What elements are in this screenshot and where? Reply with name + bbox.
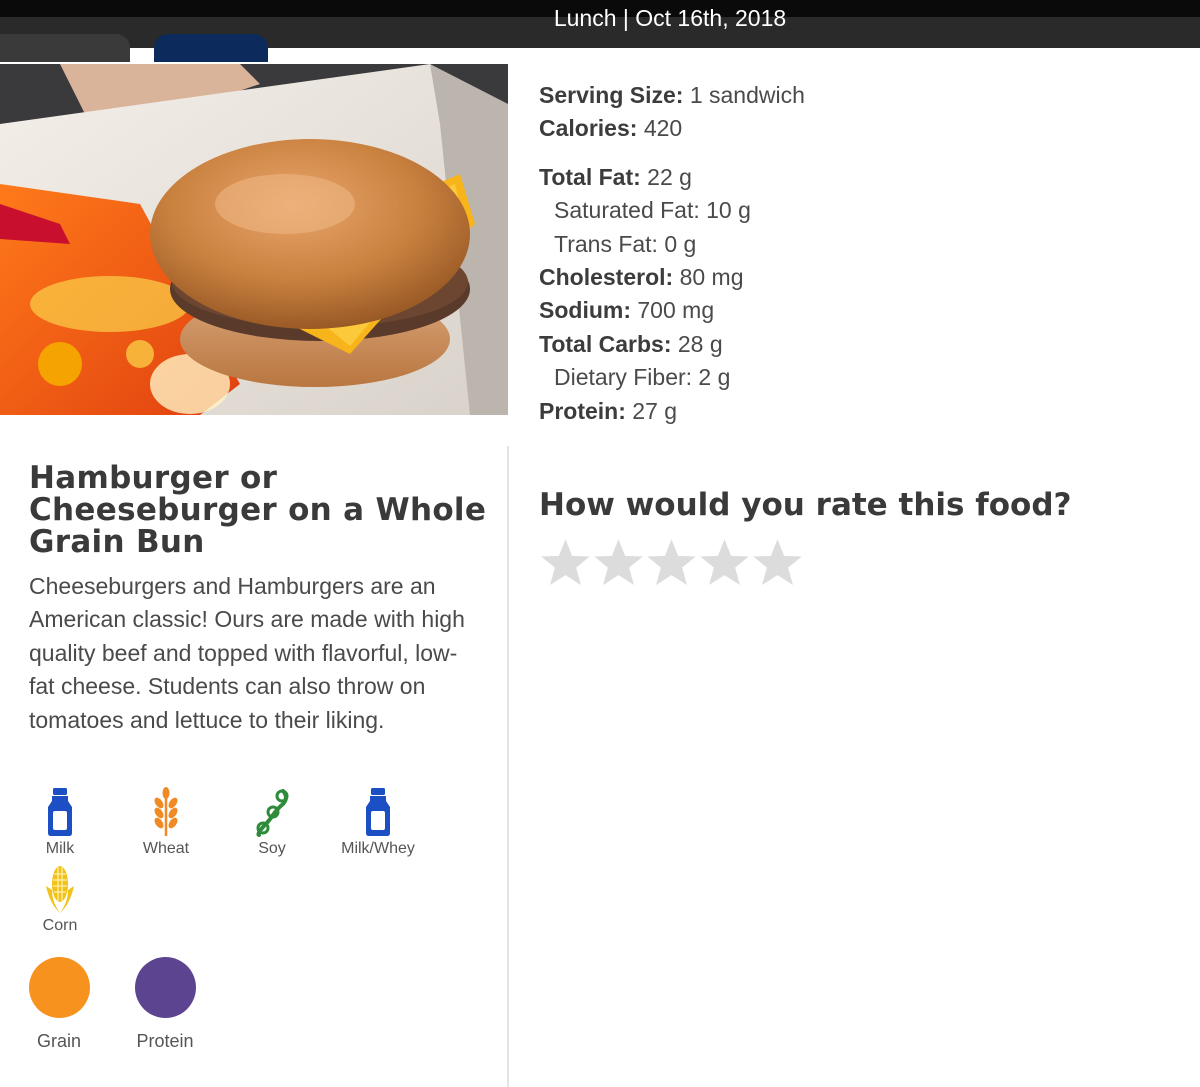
nutrition-value: 22 g [640, 163, 692, 190]
nutrition-label: Serving Size: [539, 82, 684, 108]
food-description: Cheeseburgers and Hamburgers are an Amer… [29, 573, 465, 733]
nutrition-dietary-fiber: Dietary Fiber: 2 g [539, 361, 1139, 394]
food-group-label: Protein [136, 1031, 194, 1051]
rating-question: How would you rate this food? [539, 487, 1072, 523]
nutrition-label: Sodium: [539, 297, 631, 324]
allergen-wheat: Wheat [126, 787, 206, 859]
nutrition-value: 27 g [625, 397, 678, 424]
allergen-label: Corn [42, 917, 78, 934]
allergen-milk-whey: Milk/Whey [338, 787, 418, 859]
grain-circle-icon [28, 957, 90, 1018]
nutrition-saturated-fat: Saturated Fat: 10 g [539, 194, 1139, 227]
nutrition-value: 10 g [699, 197, 751, 224]
nutrition-value: 28 g [671, 330, 723, 357]
nutrition-value: 420 [637, 115, 683, 142]
nutrition-facts: Serving Size: 1 sandwich Calories: 420 T… [539, 79, 1139, 428]
star-3-icon[interactable] [645, 536, 698, 589]
food-name: Hamburger or Cheeseburger on a Whole Gra… [29, 460, 487, 560]
nutrition-value: 2 g [692, 364, 731, 391]
nutrition-calories: Calories: 420 [539, 112, 1139, 145]
meal-date-title: Lunch | Oct 16th, 2018 [553, 5, 787, 31]
header-bar: Lunch | Oct 16th, 2018 [0, 0, 1200, 62]
allergen-label: Milk/Whey [341, 840, 415, 857]
allergen-corn: Corn [20, 864, 100, 936]
wheat-icon [154, 787, 178, 836]
nutrition-cholesterol: Cholesterol: 80 mg [539, 261, 1139, 294]
allergen-soy: Soy [232, 787, 312, 859]
header-tab-ghost [0, 34, 130, 62]
star-4-icon[interactable] [698, 536, 751, 589]
nutrition-label: Calories: [539, 115, 638, 142]
star-rating [539, 536, 804, 590]
star-5-icon[interactable] [751, 536, 804, 589]
milk-bottle-icon [366, 788, 390, 836]
column-divider [507, 446, 509, 1087]
corn-icon [46, 866, 74, 913]
food-group-grain: Grain [19, 957, 99, 1052]
allergen-milk: Milk [20, 787, 100, 859]
food-group-label: Grain [36, 1031, 81, 1051]
nutrition-total-fat: Total Fat: 22 g [539, 161, 1139, 194]
nutrition-serving-size: Serving Size: 1 sandwich [539, 79, 1139, 112]
nutrition-value: 80 mg [673, 264, 744, 291]
nutrition-label: Total Fat: [539, 163, 641, 190]
nutrition-label: Saturated Fat: [554, 197, 700, 224]
page: Lunch | Oct 16th, 2018 Serving Size: 1 s… [0, 0, 1200, 1087]
star-1-icon[interactable] [539, 536, 592, 589]
nutrition-value: 700 mg [631, 297, 715, 324]
soybean-icon [256, 789, 289, 837]
milk-bottle-icon [48, 788, 72, 836]
nutrition-label: Total Carbs: [539, 330, 672, 357]
nutrition-total-carbs: Total Carbs: 28 g [539, 328, 1139, 361]
nutrition-label: Protein: [539, 397, 626, 424]
nutrition-sodium: Sodium: 700 mg [539, 294, 1139, 327]
star-2-icon[interactable] [592, 536, 645, 589]
protein-circle-icon [134, 957, 196, 1018]
nutrition-label: Dietary Fiber: [554, 364, 693, 391]
header-tab-ghost [154, 34, 268, 62]
allergen-label: Soy [258, 840, 286, 857]
nutrition-value: 1 sandwich [683, 82, 805, 108]
nutrition-label: Trans Fat: [554, 230, 658, 257]
food-photo [0, 64, 508, 415]
food-group-protein: Protein [125, 957, 205, 1052]
nutrition-value: 0 g [657, 230, 697, 257]
nutrition-trans-fat: Trans Fat: 0 g [539, 228, 1139, 261]
allergen-label: Milk [45, 840, 75, 857]
nutrition-protein: Protein: 27 g [539, 395, 1139, 428]
allergen-label: Wheat [142, 840, 190, 857]
nutrition-label: Cholesterol: [539, 264, 674, 291]
